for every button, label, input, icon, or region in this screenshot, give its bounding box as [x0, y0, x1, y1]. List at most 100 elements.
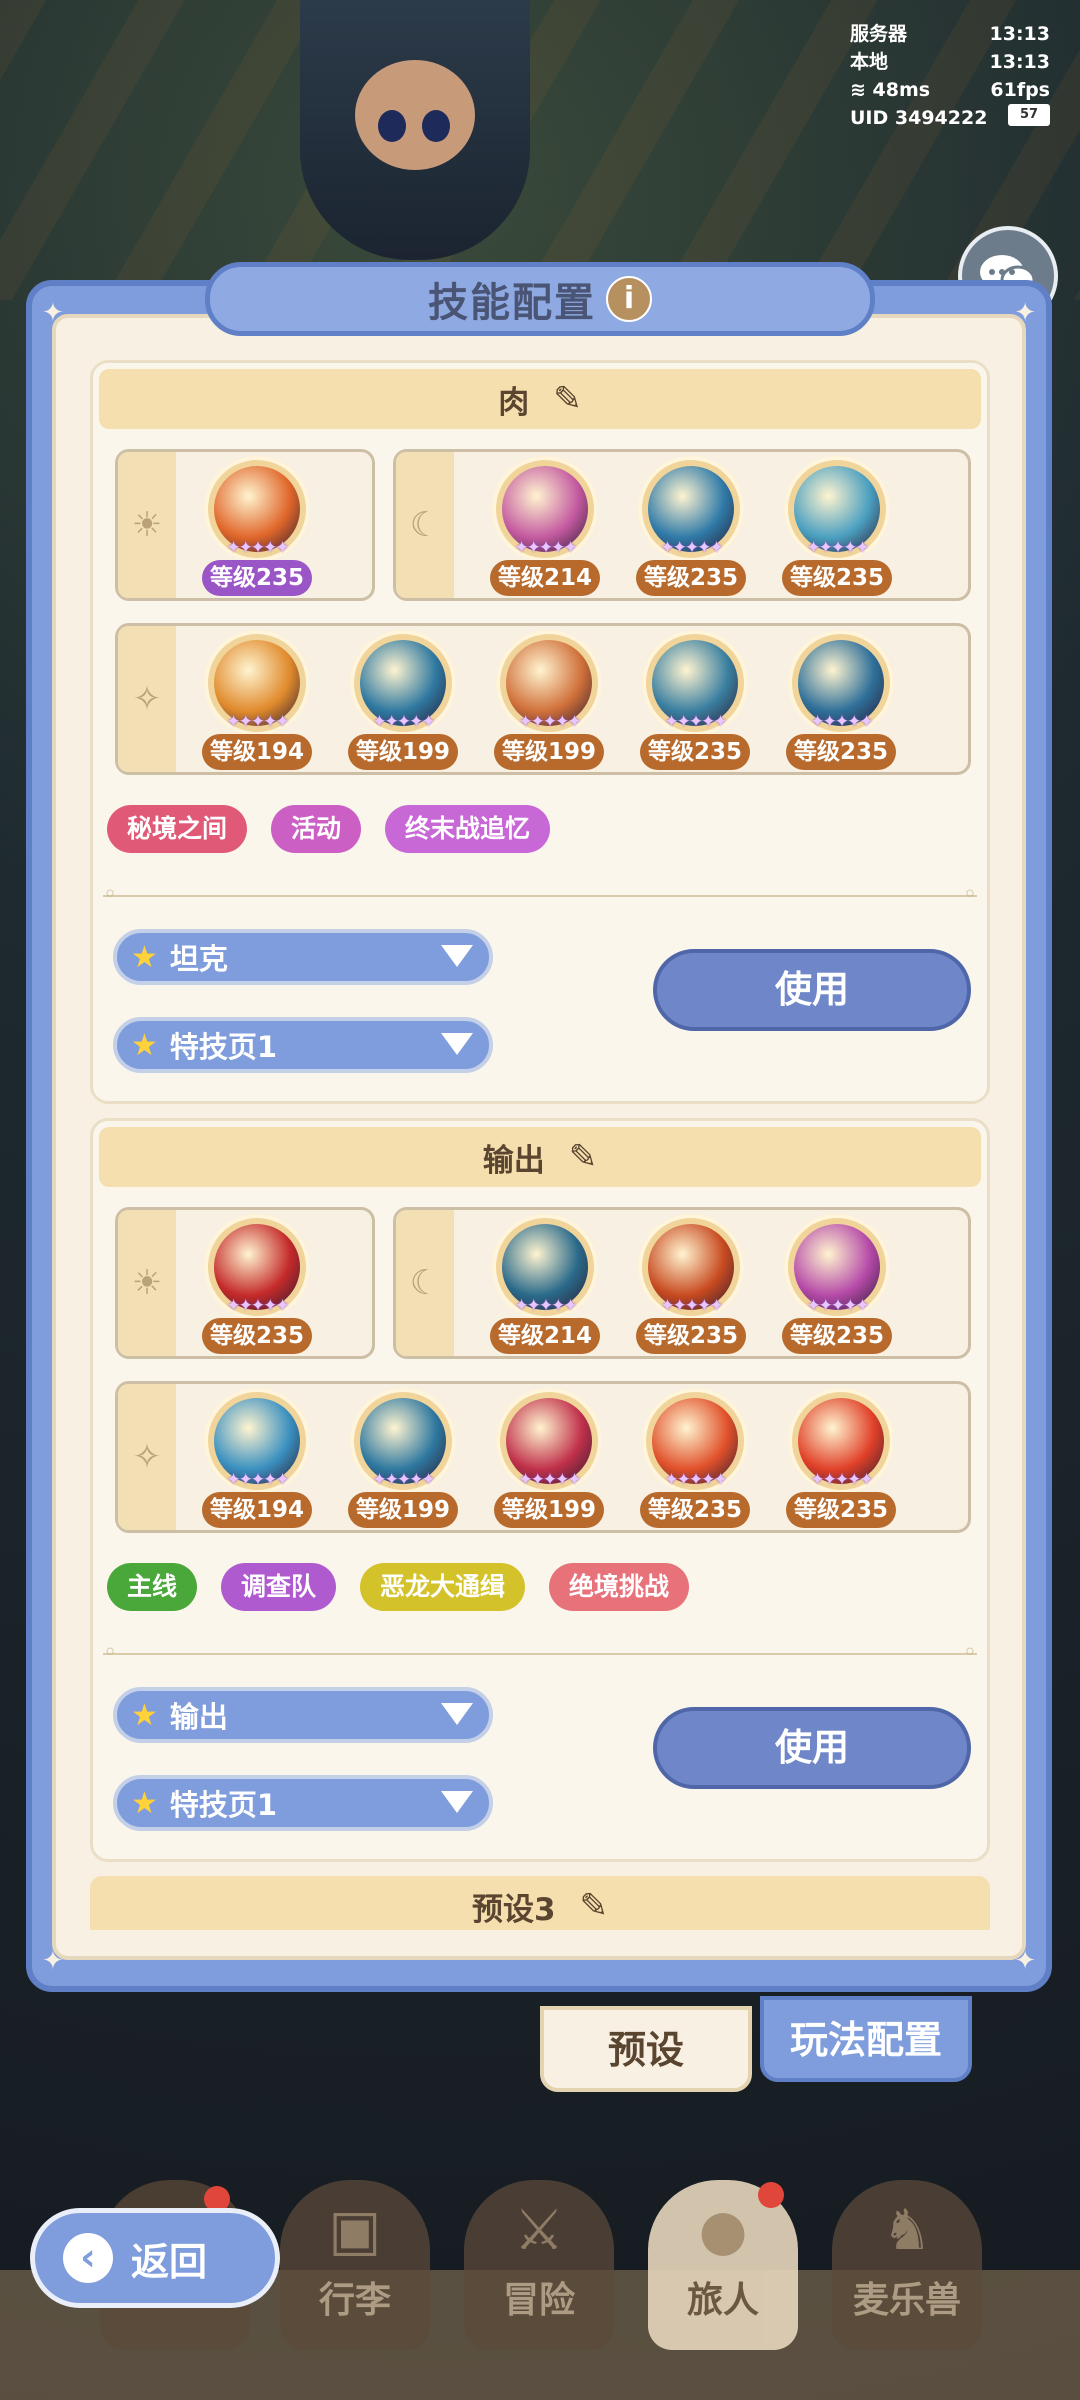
preset-header: 肉 ✎: [99, 369, 981, 429]
skill-icon[interactable]: ✦✦✦✦✦ 等级199: [494, 1388, 604, 1528]
skill-icon[interactable]: ✦✦✦✦✦ 等级235: [782, 1214, 892, 1354]
skill-level: 等级214: [490, 560, 600, 596]
special-skill-slot: ✧ ✦✦✦✦✦ 等级194 ✦✦✦✦✦ 等级199 ✦✦✦✦✦ 等级199 ✦✦✦✦✦…: [115, 623, 971, 775]
skill-icon[interactable]: ✦✦✦✦✦ 等级235: [202, 1214, 312, 1354]
skill-icon[interactable]: ✦✦✦✦✦ 等级214: [490, 1214, 600, 1354]
skill-level: 等级199: [494, 1492, 604, 1528]
skill-icon[interactable]: ✦✦✦✦✦ 等级194: [202, 1388, 312, 1528]
skill-icon[interactable]: ✦✦✦✦✦ 等级235: [640, 630, 750, 770]
skill-icon[interactable]: ✦✦✦✦✦ 等级199: [348, 1388, 458, 1528]
role-dropdown-value: 坦克: [169, 942, 228, 976]
star-icon: ★: [131, 939, 158, 975]
chevron-down-icon: [441, 1033, 473, 1055]
skill-level: 等级235: [786, 1492, 896, 1528]
sun-skill-slot: ☀ ✦✦✦✦✦ 等级235: [115, 1207, 375, 1359]
moon-icon: ☾: [396, 1210, 454, 1356]
uid-label: UID 3494222: [850, 107, 988, 129]
preset-header: 输出 ✎: [99, 1127, 981, 1187]
skill-level: 等级199: [348, 1492, 458, 1528]
preset-card: 输出 ✎ ☀ ✦✦✦✦✦ 等级235 ☾ ✦✦✦✦✦ 等级214 ✦✦✦✦✦ 等级2…: [90, 1118, 990, 1862]
wifi-icon: ≋: [850, 79, 866, 101]
skill-icon[interactable]: ✦✦✦✦✦ 等级235: [786, 1388, 896, 1528]
skill-level: 等级199: [348, 734, 458, 770]
preset-card: 肉 ✎ ☀ ✦✦✦✦✦ 等级235 ☾ ✦✦✦✦✦ 等级214 ✦✦✦✦✦ 等级23…: [90, 360, 990, 1104]
fps-readout: 61fps: [990, 79, 1050, 101]
page-dropdown-value: 特技页1: [169, 1030, 278, 1064]
skill-icon[interactable]: ✦✦✦✦✦ 等级194: [202, 630, 312, 770]
preset-header: 预设3 ✎: [90, 1876, 990, 1930]
tag-badge: 秘境之间: [107, 805, 248, 853]
skill-level: 等级194: [202, 1492, 312, 1528]
info-icon[interactable]: i: [606, 276, 652, 322]
battery-icon: 57: [1008, 104, 1050, 126]
special-skill-slot: ✧ ✦✦✦✦✦ 等级194 ✦✦✦✦✦ 等级199 ✦✦✦✦✦ 等级199 ✦✦✦✦✦…: [115, 1381, 971, 1533]
beast-icon: ♞: [881, 2198, 933, 2263]
corner-ornament: ✦: [1014, 298, 1036, 328]
nav-item-mellow[interactable]: ♞ 麦乐兽: [832, 2180, 982, 2350]
skill-level: 等级235: [782, 1318, 892, 1354]
skill-icon[interactable]: ✦✦✦✦✦ 等级235: [640, 1388, 750, 1528]
tag-badge: 调查队: [221, 1563, 337, 1611]
page-dropdown[interactable]: ★ 特技页1: [113, 1775, 493, 1831]
moon-skill-slot: ☾ ✦✦✦✦✦ 等级214 ✦✦✦✦✦ 等级235 ✦✦✦✦✦ 等级235: [393, 449, 971, 601]
chest-icon: ▣: [328, 2198, 382, 2263]
skill-icon[interactable]: ✦✦✦✦✦ 等级235: [636, 1214, 746, 1354]
status-overlay: 服务器 13:13 本地 13:13 ≋ 48ms 61fps UID 3494222…: [850, 20, 1050, 132]
skill-level: 等级235: [202, 1318, 312, 1354]
nav-item-adventure[interactable]: ⚔ 冒险: [464, 2180, 614, 2350]
panel-title-bar: 技能配置 i: [205, 262, 875, 336]
tag-list: 主线 调查队 恶龙大通缉 绝境挑战: [107, 1563, 690, 1611]
edit-icon[interactable]: ✎: [553, 379, 582, 419]
tab-preset[interactable]: 预设: [540, 2006, 752, 2092]
skill-icon[interactable]: ✦✦✦✦✦ 等级199: [494, 630, 604, 770]
preset-name: 输出: [482, 1142, 545, 1179]
server-time: 13:13: [989, 23, 1050, 45]
chevron-down-icon: [441, 1791, 473, 1813]
tag-badge: 活动: [271, 805, 362, 853]
skill-level: 等级199: [494, 734, 604, 770]
skill-icon[interactable]: ✦✦✦✦✦ 等级199: [348, 630, 458, 770]
back-arrow-icon: ‹: [63, 2233, 113, 2283]
preset-name: 预设3: [471, 1891, 556, 1928]
ping-readout: ≋ 48ms: [850, 79, 931, 101]
page-dropdown-value: 特技页1: [169, 1788, 278, 1822]
page-dropdown[interactable]: ★ 特技页1: [113, 1017, 493, 1073]
edit-icon[interactable]: ✎: [580, 1886, 609, 1926]
moon-skill-slot: ☾ ✦✦✦✦✦ 等级214 ✦✦✦✦✦ 等级235 ✦✦✦✦✦ 等级235: [393, 1207, 971, 1359]
role-dropdown[interactable]: ★ 输出: [113, 1687, 493, 1743]
sparkle-icon: ✧: [118, 1384, 176, 1530]
notification-dot: [758, 2182, 784, 2208]
skill-icon[interactable]: ✦✦✦✦✦ 等级235: [782, 456, 892, 596]
nav-item-luggage[interactable]: ▣ 行李: [280, 2180, 430, 2350]
skill-level: 等级235: [640, 1492, 750, 1528]
chevron-down-icon: [441, 1703, 473, 1725]
skill-icon[interactable]: ✦✦✦✦✦ 等级235: [636, 456, 746, 596]
skill-icon[interactable]: ✦✦✦✦✦ 等级214: [490, 456, 600, 596]
skill-level: 等级214: [490, 1318, 600, 1354]
avatar-icon: ●: [698, 2198, 748, 2263]
corner-ornament: ✦: [1014, 1946, 1036, 1976]
corner-ornament: ✦: [42, 298, 64, 328]
tab-gameplay-config[interactable]: 玩法配置: [760, 1996, 972, 2082]
preset-list[interactable]: 肉 ✎ ☀ ✦✦✦✦✦ 等级235 ☾ ✦✦✦✦✦ 等级214 ✦✦✦✦✦ 等级23…: [90, 360, 990, 1930]
star-icon: ★: [131, 1027, 158, 1063]
sparkle-icon: ✧: [118, 626, 176, 772]
tag-badge: 恶龙大通缉: [360, 1563, 526, 1611]
role-dropdown-value: 输出: [169, 1700, 228, 1734]
local-label: 本地: [850, 51, 889, 73]
preset-name: 肉: [498, 384, 530, 421]
skill-level: 等级235: [782, 560, 892, 596]
edit-icon[interactable]: ✎: [569, 1137, 598, 1177]
background-character: [300, 0, 530, 260]
crossed-swords-icon: ⚔: [513, 2198, 565, 2263]
tag-badge: 主线: [107, 1563, 198, 1611]
use-button[interactable]: 使用: [653, 1707, 971, 1789]
chevron-down-icon: [441, 945, 473, 967]
role-dropdown[interactable]: ★ 坦克: [113, 929, 493, 985]
tag-badge: 终末战追忆: [385, 805, 551, 853]
use-button[interactable]: 使用: [653, 949, 971, 1031]
star-icon: ★: [131, 1785, 158, 1821]
back-button[interactable]: ‹ 返回: [30, 2208, 280, 2308]
skill-icon[interactable]: ✦✦✦✦✦ 等级235: [786, 630, 896, 770]
skill-icon[interactable]: ✦✦✦✦✦ 等级235: [202, 456, 312, 596]
